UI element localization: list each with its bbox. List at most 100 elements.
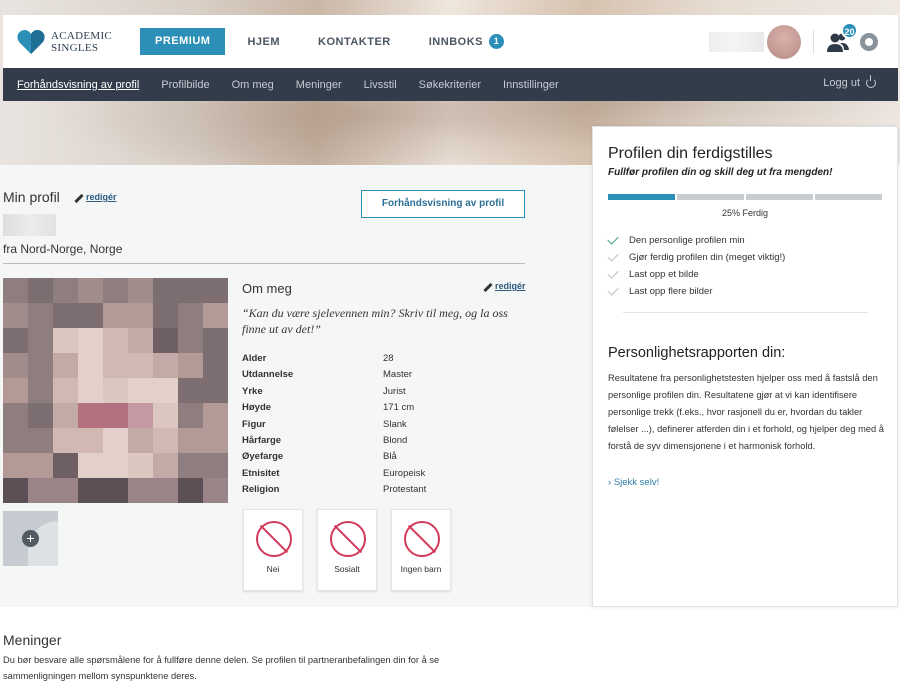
checklist-item[interactable]: Den personlige profilen min — [607, 232, 785, 249]
divider — [3, 263, 525, 264]
photo-pixel — [178, 353, 203, 378]
premium-button[interactable]: PREMIUM — [140, 28, 226, 55]
photo-pixel — [178, 278, 203, 303]
username-blurred[interactable] — [709, 31, 764, 52]
photo-pixel — [53, 453, 78, 478]
photo-pixel — [128, 453, 153, 478]
progress-segment — [815, 194, 882, 200]
subnav-about[interactable]: Om meg — [232, 79, 274, 91]
preview-profile-button[interactable]: Forhåndsvisning av profil — [361, 190, 525, 218]
photo-pixel — [78, 403, 103, 428]
opinions-text: Du bør besvare alle spørsmålene for å fu… — [3, 655, 440, 681]
photo-pixel — [178, 328, 203, 353]
checklist-item[interactable]: Gjør ferdig profilen din (meget viktig!) — [607, 249, 785, 266]
photo-pixel — [128, 353, 153, 378]
nav-contacts[interactable]: KONTAKTER — [318, 34, 391, 49]
profile-main: Min profil redigér fra Nord-Norge, Norge… — [0, 165, 592, 607]
photo-pixel — [53, 303, 78, 328]
logout-link[interactable]: Logg ut — [823, 75, 876, 89]
pencil-icon — [482, 282, 491, 291]
checklist-item[interactable]: Last opp et bilde — [607, 266, 785, 283]
fact-value: Slank — [383, 418, 407, 430]
fact-value: Blond — [383, 434, 408, 446]
edit-profile-label: redigér — [86, 192, 117, 202]
photo-pixel — [28, 453, 53, 478]
user-area: 20 — [709, 15, 898, 68]
add-photo-button[interactable]: + — [3, 511, 58, 566]
photo-pixel — [203, 303, 228, 328]
profile-name-blurred — [3, 214, 56, 236]
edit-profile-link[interactable]: redigér — [73, 192, 117, 202]
checklist-item[interactable]: Last opp flere bilder — [607, 283, 785, 300]
logo-line1: ACADEMIC — [51, 29, 113, 42]
photo-pixel — [153, 303, 178, 328]
avatar[interactable] — [767, 24, 801, 59]
photo-pixel — [53, 403, 78, 428]
photo-pixel — [203, 453, 228, 478]
photo-pixel — [178, 303, 203, 328]
check-icon — [607, 267, 619, 279]
photo-pixel — [78, 353, 103, 378]
nav-home[interactable]: HJEM — [247, 34, 280, 49]
photo-pixel — [3, 278, 28, 303]
completion-panel: Profilen din ferdigstilles Fullfør profi… — [592, 126, 898, 607]
photo-pixel — [153, 403, 178, 428]
lifestyle-cards: Nei Sosialt Ingen barn — [243, 509, 465, 591]
photo-pixel — [3, 428, 28, 453]
profile-location: fra Nord-Norge, Norge — [3, 242, 123, 256]
divider — [813, 29, 814, 54]
heart-logo-icon — [17, 29, 45, 54]
subnav-settings[interactable]: Innstillinger — [503, 79, 559, 91]
photo-pixel — [53, 378, 78, 403]
photo-pixel — [103, 278, 128, 303]
edit-about-link[interactable]: redigér — [482, 281, 526, 291]
fact-key: Hårfarge — [242, 434, 282, 446]
fact-value: Protestant — [383, 484, 427, 496]
subnav-photo[interactable]: Profilbilde — [161, 79, 209, 91]
check-yourself-label: Sjekk selv! — [613, 477, 660, 488]
profile-photo[interactable] — [3, 278, 228, 503]
logout-label: Logg ut — [823, 77, 860, 89]
check-yourself-link[interactable]: › Sjekk selv! — [608, 477, 659, 488]
fact-row: Etnisitet Europeisk — [242, 468, 492, 484]
subnav-lifestyle[interactable]: Livsstil — [364, 79, 397, 91]
subnav-search-criteria[interactable]: Søkekriterier — [419, 79, 481, 91]
logo[interactable]: ACADEMIC SINGLES — [17, 29, 137, 55]
fact-key: Religion — [242, 484, 280, 496]
fact-key: Yrke — [242, 385, 263, 397]
drinking-glass-icon — [330, 521, 366, 557]
subnav-opinions[interactable]: Meninger — [296, 79, 342, 91]
photo-pixel — [153, 278, 178, 303]
checklist-label: Den personlige profilen min — [629, 235, 745, 246]
people-icon[interactable]: 20 — [826, 21, 858, 54]
photo-pixel — [103, 478, 128, 503]
photo-pixel — [128, 328, 153, 353]
fact-row: Religion Protestant — [242, 484, 492, 500]
photo-pixel — [3, 403, 28, 428]
photo-pixel — [28, 353, 53, 378]
plus-icon: + — [22, 530, 39, 547]
photo-pixel — [78, 453, 103, 478]
fact-key: Øyefarge — [242, 451, 284, 463]
panel-title: Profilen din ferdigstilles — [608, 145, 773, 162]
photo-pixel — [128, 303, 153, 328]
photo-pixel — [203, 353, 228, 378]
photo-pixel — [53, 478, 78, 503]
nav-inbox[interactable]: INNBOKS 1 — [429, 34, 504, 49]
eye-icon[interactable] — [860, 32, 878, 51]
subnav-preview[interactable]: Forhåndsvisning av profil — [17, 79, 139, 91]
photo-pixel — [203, 403, 228, 428]
fact-row: Figur Slank — [242, 419, 492, 435]
checklist-label: Last opp et bilde — [629, 269, 699, 280]
photo-pixel — [53, 278, 78, 303]
photo-pixel — [53, 353, 78, 378]
checklist-label: Last opp flere bilder — [629, 286, 713, 297]
photo-pixel — [103, 353, 128, 378]
photo-pixel — [128, 428, 153, 453]
pixelated-photo — [3, 278, 228, 503]
photo-pixel — [78, 278, 103, 303]
photo-pixel — [178, 478, 203, 503]
photo-pixel — [78, 428, 103, 453]
photo-pixel — [203, 328, 228, 353]
photo-pixel — [28, 278, 53, 303]
